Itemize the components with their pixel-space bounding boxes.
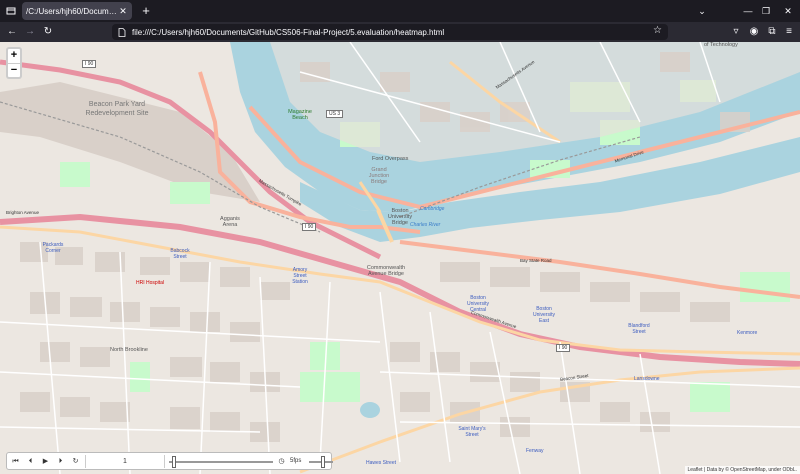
new-tab-button[interactable]: +: [138, 2, 154, 20]
label-magazine-beach: Magazine Beach: [288, 109, 312, 121]
label-bay-state: Bay State Road: [520, 258, 552, 263]
us3-shield: US 3: [326, 110, 344, 118]
label-hawes: Hawes Street: [366, 460, 397, 466]
label-st-marys: Saint Mary's Street: [458, 426, 486, 438]
label-packards: Packards Corner: [42, 242, 64, 254]
label-technology: of Technology: [704, 42, 738, 48]
label-kenmore: Kenmore: [737, 330, 758, 336]
label-ford-overpass: Ford Overpass: [372, 156, 409, 162]
next-frame-icon[interactable]: ⏵: [54, 455, 67, 468]
time-slider-knob[interactable]: [172, 456, 176, 468]
time-display[interactable]: 1: [85, 455, 165, 468]
label-blandford: Blandford Street: [628, 323, 650, 335]
label-bu-east: Boston University East: [533, 306, 555, 324]
label-beacon-park: Beacon Park Yard Redevelopment Site: [85, 101, 149, 117]
prev-frame-icon[interactable]: ⏴: [24, 455, 37, 468]
back-icon[interactable]: ←: [4, 24, 20, 40]
browser-tab[interactable]: /C:/Users/hjh60/Documents/Git ✕: [22, 2, 132, 20]
forward-icon[interactable]: →: [22, 24, 38, 40]
reload-icon[interactable]: ↻: [40, 24, 56, 40]
label-commonwealth-bridge: Commonwealth Avenue Bridge: [366, 265, 406, 277]
i90-shield-3: I 90: [556, 344, 571, 352]
extensions-icon[interactable]: ⧉: [764, 24, 780, 40]
label-brighton-ave: Brighton Avenue: [6, 210, 39, 215]
map-attribution[interactable]: Leaflet | Data by © OpenStreetMap, under…: [684, 466, 800, 474]
tab-list-chevron-icon[interactable]: ⌄: [688, 0, 716, 22]
nav-bar: ← → ↻ file:///C:/Users/hjh60/Documents/G…: [0, 22, 800, 42]
label-cambridge: Cambridge: [420, 206, 445, 212]
label-amory-station: Amory Street Station: [292, 267, 308, 285]
label-bu-bridge: Boston University Bridge: [387, 208, 413, 226]
first-frame-icon[interactable]: ⏮: [9, 455, 22, 468]
label-hri: HRI Hospital: [136, 280, 165, 286]
label-lansdowne: Lansdowne: [634, 376, 660, 382]
label-babcock-street: Babcock Street: [170, 248, 190, 260]
url-text: file:///C:/Users/hjh60/Documents/GitHub/…: [132, 27, 445, 37]
zoom-control: + −: [6, 47, 22, 79]
speed-icon: ◷: [278, 458, 285, 465]
tab-strip: /C:/Users/hjh60/Documents/Git ✕ + ⌄ — ❐ …: [0, 0, 800, 22]
fps-label: 5fps: [290, 458, 302, 464]
loop-icon[interactable]: ↻: [69, 455, 82, 468]
label-grand-junction: Grand Junction Bridge: [368, 167, 390, 185]
url-bar[interactable]: file:///C:/Users/hjh60/Documents/GitHub/…: [112, 24, 668, 40]
map-view[interactable]: Beacon Park Yard Redevelopment Site Char…: [0, 42, 800, 474]
tab-title: /C:/Users/hjh60/Documents/Git: [26, 6, 118, 16]
label-agganis: Agganis Arena: [220, 216, 240, 228]
zoom-out-button[interactable]: −: [8, 64, 20, 78]
label-bu-central: Boston University Central: [467, 295, 489, 313]
i90-shield-2: I 90: [302, 223, 317, 231]
account-icon[interactable]: ◉: [746, 24, 762, 40]
file-icon: [118, 27, 126, 37]
i90-shield: I 90: [82, 60, 97, 68]
window-close-icon[interactable]: ✕: [774, 0, 800, 22]
play-icon[interactable]: ▶: [39, 455, 52, 468]
tab-overview-icon[interactable]: [0, 0, 22, 22]
label-north-brookline: North Brookline: [110, 347, 148, 353]
time-slider[interactable]: [169, 461, 273, 463]
time-control: ⏮ ⏴ ▶ ⏵ ↻ 1 ◷ 5fps: [6, 452, 333, 470]
zoom-in-button[interactable]: +: [8, 49, 20, 64]
menu-icon[interactable]: ≡: [781, 24, 797, 40]
fps-slider-knob[interactable]: [321, 456, 325, 468]
label-fenway: Fenway: [526, 448, 544, 454]
bookmark-star-icon[interactable]: ☆: [653, 25, 662, 36]
pocket-icon[interactable]: ▿: [728, 24, 744, 40]
close-tab-icon[interactable]: ✕: [118, 6, 128, 16]
